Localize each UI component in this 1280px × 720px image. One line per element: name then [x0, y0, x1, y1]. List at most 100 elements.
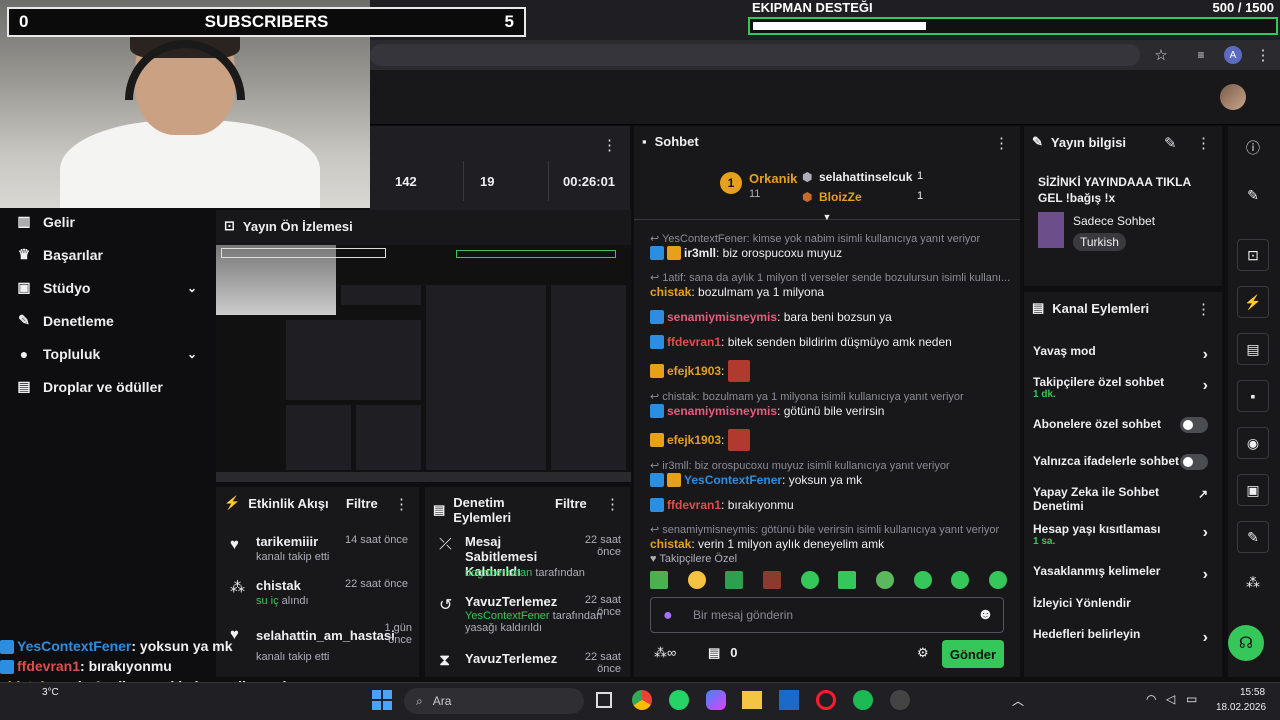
- chat-message[interactable]: chistak: verin 1 milyon aylık deneyelim …: [650, 537, 1010, 551]
- chat-username[interactable]: senamiymisneymis: [667, 310, 777, 324]
- channel-action-row[interactable]: Hedefleri belirleyin ›: [1033, 627, 1216, 655]
- sidebar-item-gelir[interactable]: ▥ Gelir: [0, 205, 215, 238]
- emote-icon[interactable]: [838, 571, 857, 589]
- chat-message[interactable]: efejk1903:: [650, 429, 1010, 451]
- chat-username[interactable]: chistak: [650, 537, 691, 551]
- edit-pencil-icon[interactable]: ✎: [1164, 134, 1177, 152]
- chat-message[interactable]: chistak: bozulmam ya 1 milyona: [650, 285, 1010, 299]
- obs-icon[interactable]: [890, 690, 910, 710]
- sidebar-item-droplar[interactable]: ▤ Droplar ve ödüller: [0, 370, 215, 403]
- chat-username[interactable]: YesContextFener: [684, 473, 782, 487]
- leader-second-name[interactable]: selahattinselcuk: [819, 170, 912, 184]
- leader-first-name[interactable]: Orkanik: [749, 171, 797, 186]
- toggle-switch[interactable]: [1180, 454, 1208, 470]
- points-icon[interactable]: ⁂: [1240, 569, 1266, 595]
- moderation-menu-icon[interactable]: ⋮: [605, 495, 620, 513]
- chat-message[interactable]: senamiymisneymis: bara beni bozsun ya: [650, 310, 1010, 324]
- volume-icon[interactable]: ◁: [1166, 692, 1175, 706]
- stream-info-menu-icon[interactable]: ⋮: [1196, 134, 1211, 152]
- sidebar-item-basarilar[interactable]: ♛ Başarılar: [0, 238, 215, 271]
- channel-action-row[interactable]: Takipçilere özel sohbet 1 dk. ›: [1033, 375, 1216, 403]
- chat-menu-icon[interactable]: ⋮: [994, 134, 1009, 152]
- activity-menu-icon[interactable]: ⋮: [394, 495, 409, 513]
- address-field[interactable]: [370, 44, 1140, 66]
- chat-username[interactable]: ir3mll: [684, 246, 716, 260]
- points-balance[interactable]: ▤ 0: [708, 645, 738, 661]
- notes-icon[interactable]: ▤: [1237, 333, 1269, 365]
- send-button[interactable]: Gönder: [942, 640, 1004, 668]
- store-icon[interactable]: [779, 690, 799, 710]
- channel-action-row[interactable]: Hesap yaşı kısıtlaması 1 sa. ›: [1033, 522, 1216, 550]
- channel-action-row[interactable]: Yalnızca ifadelerle sohbet: [1033, 454, 1216, 482]
- clip-icon[interactable]: ⊡: [1237, 239, 1269, 271]
- info-icon[interactable]: ⓘ: [1240, 135, 1266, 161]
- whatsapp-icon[interactable]: [669, 690, 689, 710]
- emote-icon[interactable]: [988, 571, 1007, 589]
- stream-tag[interactable]: Turkish: [1073, 233, 1126, 251]
- sidebar-item-topluluk[interactable]: ● Topluluk ⌄: [0, 337, 215, 370]
- wrench-icon[interactable]: ✎: [1237, 521, 1269, 553]
- spotify-icon[interactable]: [853, 690, 873, 710]
- chat-message[interactable]: efejk1903:: [650, 360, 1010, 382]
- chat-icon[interactable]: ▪: [1237, 380, 1269, 412]
- media-control-icon[interactable]: ≡: [1190, 44, 1212, 66]
- emote-icon[interactable]: [687, 571, 706, 589]
- emote-icon[interactable]: [875, 571, 894, 589]
- moderation-filter-button[interactable]: Filtre: [555, 496, 587, 511]
- chat-input[interactable]: ● Bir mesaj gönderin ☻: [650, 597, 1004, 633]
- browser-profile[interactable]: A: [1222, 44, 1244, 66]
- browser-menu-icon[interactable]: ⋮: [1252, 44, 1274, 66]
- chat-message[interactable]: senamiymisneymis: götünü bile verirsin: [650, 404, 1010, 418]
- emote-icon[interactable]: [650, 571, 668, 589]
- tray-chevron-icon[interactable]: ︿: [1012, 692, 1024, 709]
- chat-username[interactable]: ffdevran1: [667, 335, 721, 349]
- chat-message[interactable]: YesContextFener: yoksun ya mk: [650, 473, 1010, 487]
- chat-message[interactable]: ir3mll: biz orospucoxu muyuz: [650, 246, 1010, 260]
- opera-icon[interactable]: [816, 690, 836, 710]
- leader-third-name[interactable]: BloizZe: [819, 190, 862, 204]
- microphone-icon[interactable]: ●: [663, 607, 673, 625]
- battery-icon[interactable]: ▭: [1186, 692, 1197, 706]
- chat-message[interactable]: ffdevran1: bitek senden bildirim düşmüyo…: [650, 335, 1010, 349]
- emoji-icon[interactable]: ☻: [977, 606, 994, 624]
- taskbar-search[interactable]: ⌕ Ara: [404, 688, 584, 714]
- activity-filter-button[interactable]: Filtre: [346, 496, 378, 511]
- channel-action-row[interactable]: Yapay Zeka ile Sohbet Denetimi ↗: [1033, 485, 1216, 513]
- stream-preview-video[interactable]: [216, 245, 631, 482]
- sidebar-item-denetleme[interactable]: ✎ Denetleme: [0, 304, 215, 337]
- wifi-icon[interactable]: ◠: [1146, 692, 1156, 706]
- support-headset-icon[interactable]: ☊: [1228, 625, 1264, 661]
- weather-temp[interactable]: 3°C: [42, 687, 59, 698]
- channel-action-row[interactable]: Abonelere özel sohbet: [1033, 417, 1216, 445]
- chat-settings-icon[interactable]: ⚙: [917, 645, 929, 661]
- edit-icon[interactable]: ✎: [1240, 182, 1266, 208]
- toggle-switch[interactable]: [1180, 417, 1208, 433]
- channel-points-icon[interactable]: ⁂∞: [654, 645, 676, 661]
- channel-action-row[interactable]: Yavaş mod ›: [1033, 344, 1216, 372]
- file-explorer-icon[interactable]: [742, 691, 762, 709]
- chat-username[interactable]: efejk1903: [667, 364, 721, 378]
- stats-menu-icon[interactable]: ⋮: [602, 136, 617, 154]
- chat-username[interactable]: chistak: [650, 285, 691, 299]
- emote-icon[interactable]: [951, 571, 970, 589]
- emote-icon[interactable]: [800, 571, 819, 589]
- channel-action-row[interactable]: Yasaklanmış kelimeler ›: [1033, 564, 1216, 592]
- broadcast-icon[interactable]: ◉: [1237, 427, 1269, 459]
- channel-actions-menu-icon[interactable]: ⋮: [1196, 300, 1211, 318]
- chat-username[interactable]: efejk1903: [667, 433, 721, 447]
- stream-category[interactable]: Sadece Sohbet: [1073, 214, 1155, 228]
- clock-time[interactable]: 15:58: [1240, 687, 1265, 698]
- emote-icon[interactable]: [725, 571, 744, 589]
- raid-icon[interactable]: ▣: [1237, 474, 1269, 506]
- ad-icon[interactable]: ⚡: [1237, 286, 1269, 318]
- chat-message[interactable]: ffdevran1: bırakıyonmu: [650, 498, 1010, 512]
- bookmark-star-icon[interactable]: ☆: [1150, 44, 1172, 66]
- clock-date[interactable]: 18.02.2026: [1216, 702, 1266, 713]
- sidebar-item-studyo[interactable]: ▣ Stüdyo ⌄: [0, 271, 215, 304]
- emote-icon[interactable]: [762, 571, 781, 589]
- emote-icon[interactable]: [913, 571, 932, 589]
- chat-username[interactable]: ffdevran1: [667, 498, 721, 512]
- user-avatar[interactable]: [1220, 84, 1246, 110]
- copilot-icon[interactable]: [706, 690, 726, 710]
- chrome-icon[interactable]: [632, 690, 652, 710]
